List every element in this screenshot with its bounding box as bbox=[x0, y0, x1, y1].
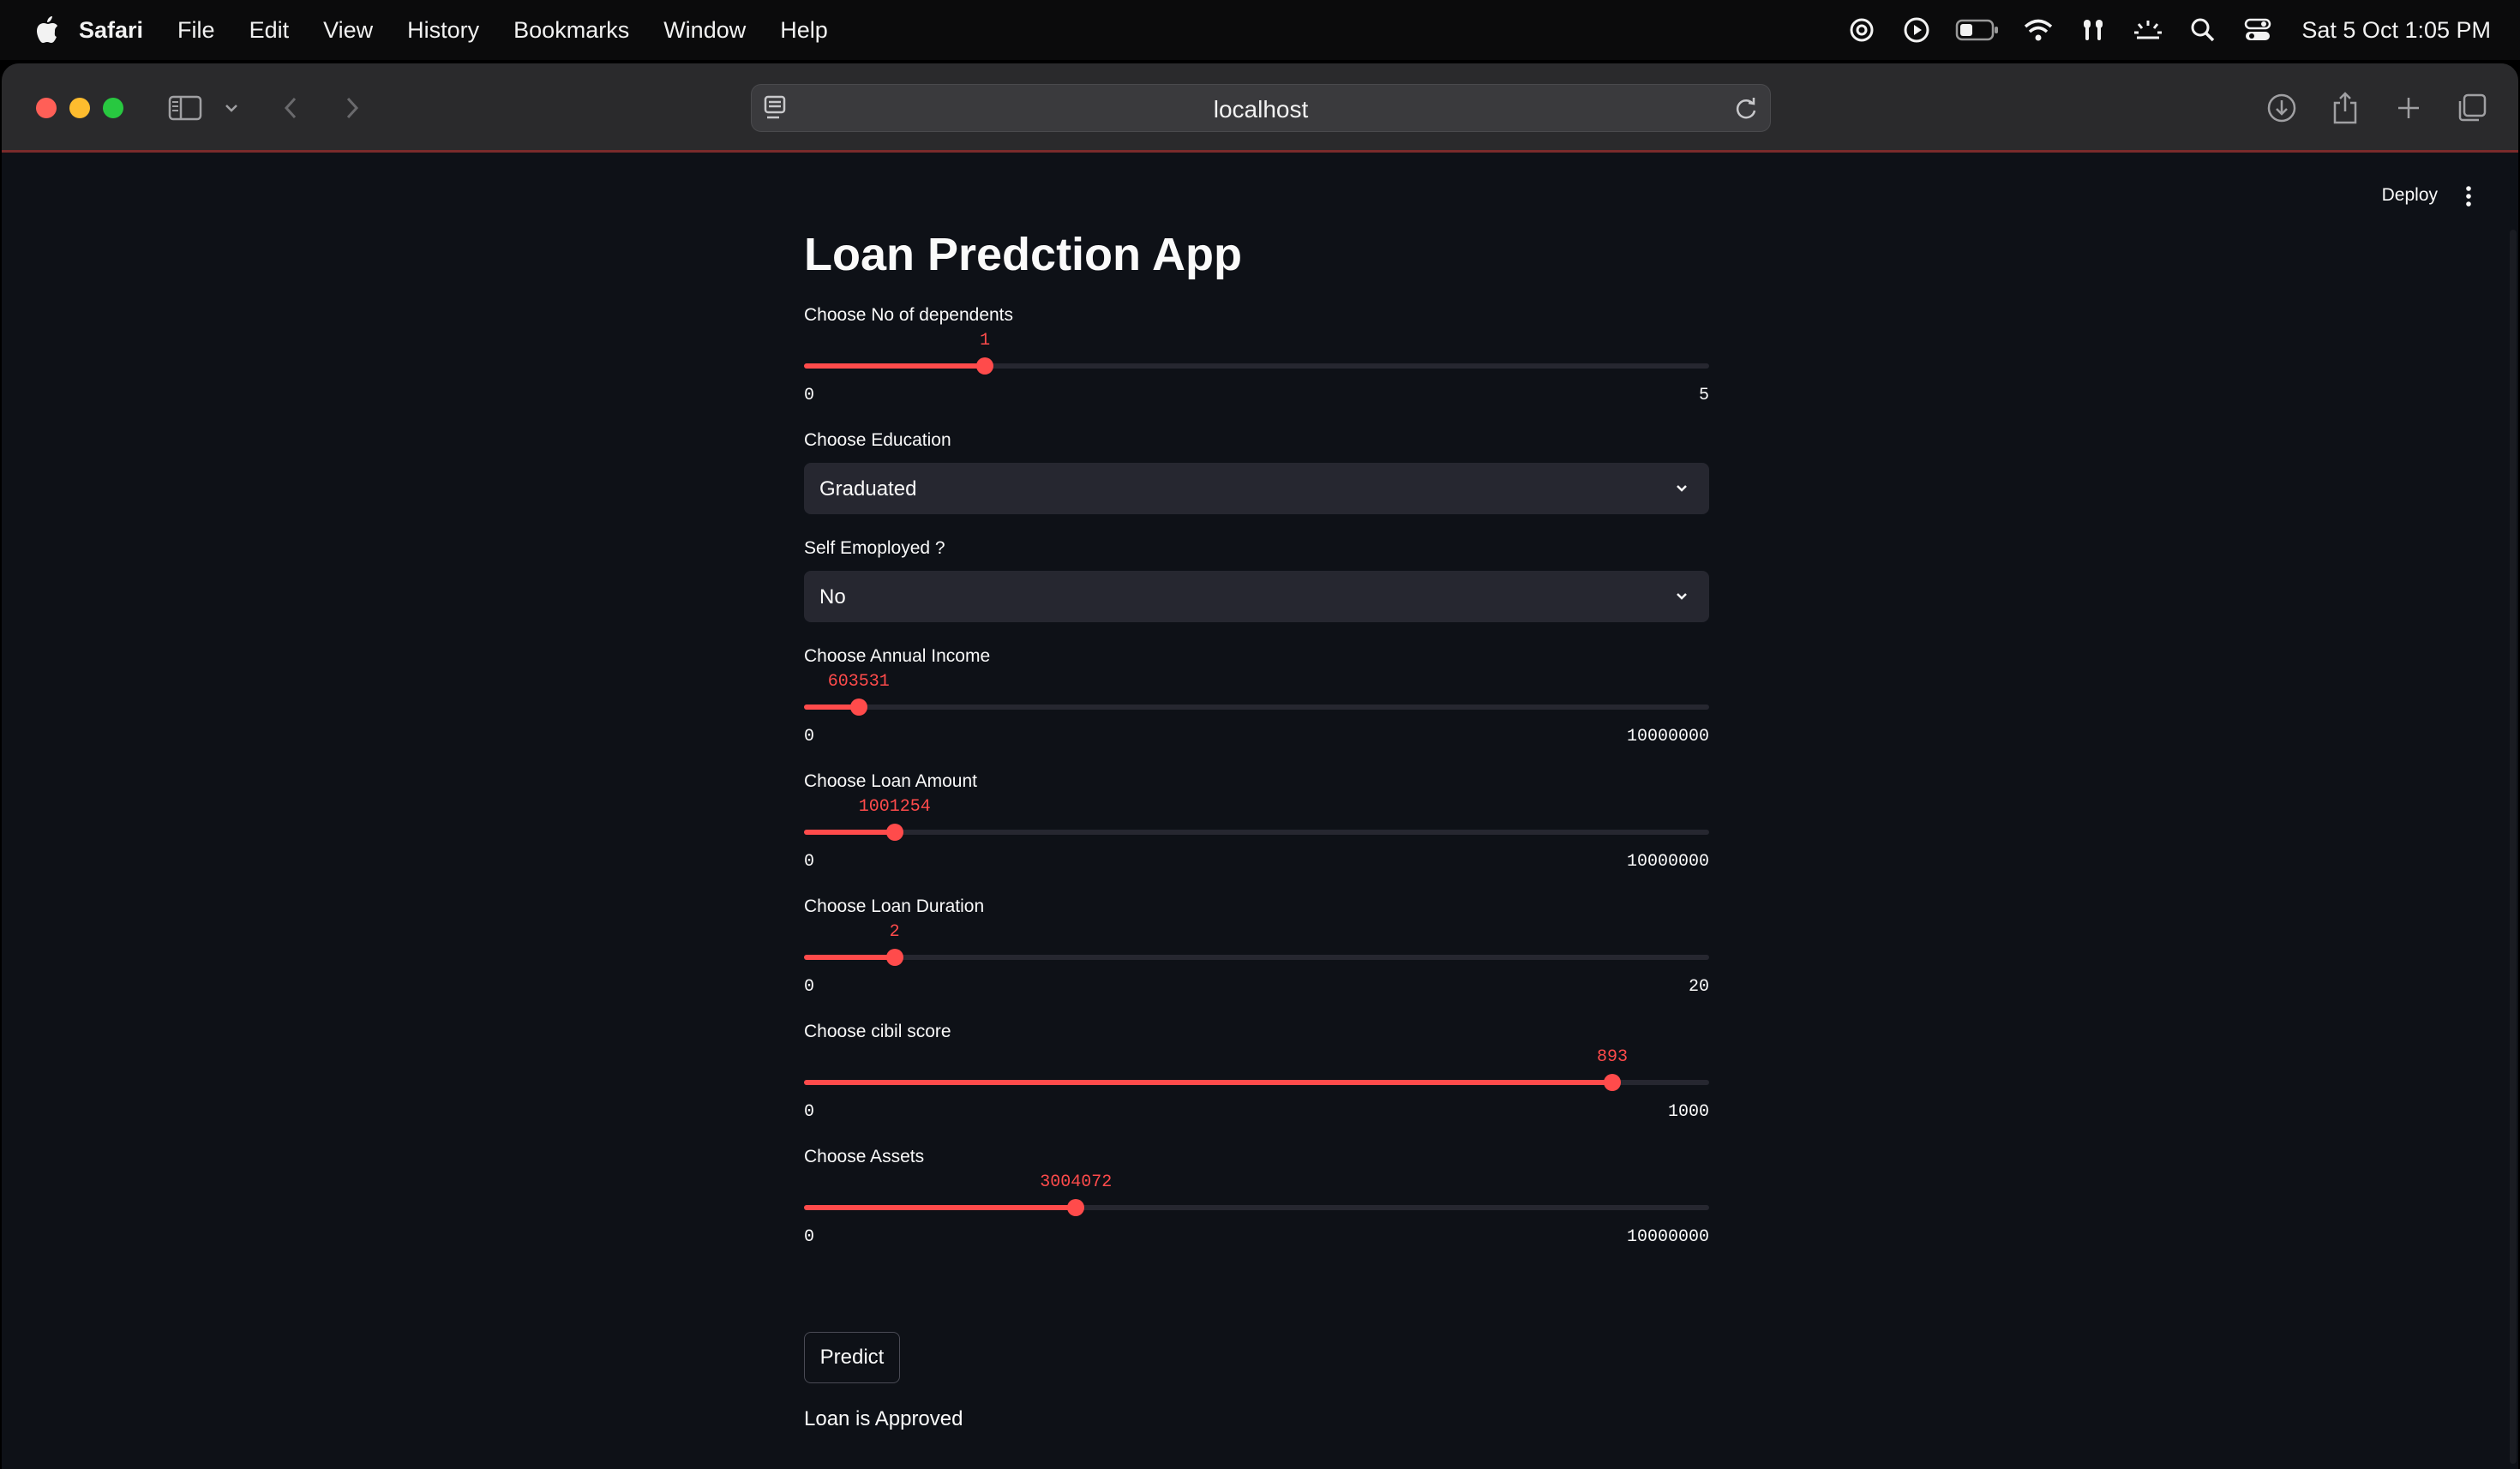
menu-edit[interactable]: Edit bbox=[249, 17, 290, 44]
slider-min: 0 bbox=[804, 727, 815, 746]
deploy-button[interactable]: Deploy bbox=[2382, 185, 2438, 206]
share-icon[interactable] bbox=[2328, 87, 2362, 129]
tab-overview-icon[interactable] bbox=[2455, 87, 2489, 129]
reload-icon[interactable] bbox=[1734, 95, 1758, 125]
slider-max: 20 bbox=[1688, 977, 1709, 997]
close-window-button[interactable] bbox=[36, 98, 57, 118]
slider-thumb[interactable] bbox=[885, 949, 903, 966]
battery-icon[interactable] bbox=[1953, 15, 2001, 45]
page-scrollbar[interactable] bbox=[2510, 230, 2517, 1464]
page-title: Loan Predction App bbox=[804, 229, 1242, 280]
cibil-score-label: Choose cibil score bbox=[804, 1022, 951, 1041]
menu-window[interactable]: Window bbox=[663, 17, 746, 44]
menu-app-name[interactable]: Safari bbox=[79, 17, 143, 44]
slider-track[interactable] bbox=[804, 830, 1709, 835]
slider-fill bbox=[804, 363, 986, 369]
slider-max: 10000000 bbox=[1626, 727, 1709, 746]
downloads-icon[interactable] bbox=[2265, 87, 2299, 129]
slider-value: 1001254 bbox=[858, 797, 931, 817]
slider-thumb[interactable] bbox=[976, 357, 994, 375]
education-label: Choose Education bbox=[804, 430, 951, 450]
browser-window: localhost Deploy Loan Predction App Choo… bbox=[2, 63, 2518, 1469]
chevron-down-icon[interactable] bbox=[221, 87, 242, 129]
slider-thumb[interactable] bbox=[1604, 1074, 1621, 1091]
slider-min: 0 bbox=[804, 386, 815, 405]
sidebar-toggle-icon[interactable] bbox=[166, 87, 204, 129]
slider-thumb[interactable] bbox=[849, 699, 867, 716]
minimize-window-button[interactable] bbox=[69, 98, 90, 118]
airpods-icon[interactable] bbox=[2075, 15, 2111, 45]
page-content: Deploy Loan Predction App Choose No of d… bbox=[2, 153, 2518, 1469]
slider-fill bbox=[804, 1080, 1612, 1085]
chevron-down-icon bbox=[1673, 480, 1690, 497]
display-brightness-icon[interactable] bbox=[2130, 15, 2166, 45]
forward-icon[interactable] bbox=[339, 87, 365, 129]
menu-file[interactable]: File bbox=[177, 17, 215, 44]
slider-min: 0 bbox=[804, 1227, 815, 1247]
dependents-label: Choose No of dependents bbox=[804, 305, 1014, 325]
annual-income-label: Choose Annual Income bbox=[804, 646, 991, 666]
education-selected-value: Graduated bbox=[819, 477, 917, 501]
slider-track[interactable] bbox=[804, 705, 1709, 710]
loan-duration-slider[interactable]: 2 0 20 bbox=[804, 922, 1709, 999]
menu-history[interactable]: History bbox=[407, 17, 479, 44]
slider-thumb[interactable] bbox=[1067, 1199, 1085, 1216]
browser-toolbar: localhost bbox=[2, 63, 2518, 153]
chatgpt-icon[interactable] bbox=[1844, 15, 1880, 45]
loan-amount-slider[interactable]: 1001254 0 10000000 bbox=[804, 797, 1709, 874]
slider-value: 3004072 bbox=[1040, 1172, 1113, 1192]
more-options-icon[interactable] bbox=[2463, 183, 2474, 209]
slider-value: 603531 bbox=[827, 672, 890, 692]
cibil-score-slider[interactable]: 893 0 1000 bbox=[804, 1047, 1709, 1124]
slider-track[interactable] bbox=[804, 955, 1709, 960]
assets-label: Choose Assets bbox=[804, 1147, 925, 1166]
menubar-clock[interactable]: Sat 5 Oct 1:05 PM bbox=[2301, 17, 2491, 44]
url-text: localhost bbox=[1213, 96, 1309, 123]
apple-icon[interactable] bbox=[34, 15, 60, 45]
slider-fill bbox=[804, 955, 895, 960]
slider-value: 1 bbox=[980, 331, 991, 351]
predict-button[interactable]: Predict bbox=[804, 1332, 900, 1383]
prediction-result: Loan is Approved bbox=[804, 1407, 963, 1430]
spotlight-search-icon[interactable] bbox=[2185, 15, 2221, 45]
menu-bookmarks[interactable]: Bookmarks bbox=[513, 17, 629, 44]
control-center-icon[interactable] bbox=[2240, 15, 2276, 45]
education-select[interactable]: Graduated bbox=[804, 463, 1709, 514]
dependents-slider[interactable]: 1 0 5 bbox=[804, 331, 1709, 408]
slider-value: 893 bbox=[1596, 1047, 1629, 1067]
address-bar[interactable]: localhost bbox=[751, 84, 1771, 132]
menu-help[interactable]: Help bbox=[780, 17, 828, 44]
self-employed-selected-value: No bbox=[819, 585, 846, 609]
zoom-window-button[interactable] bbox=[103, 98, 123, 118]
self-employed-label: Self Emoployed ? bbox=[804, 538, 945, 558]
slider-min: 0 bbox=[804, 977, 815, 997]
slider-thumb[interactable] bbox=[885, 824, 903, 841]
wifi-icon[interactable] bbox=[2020, 15, 2056, 45]
slider-max: 5 bbox=[1698, 386, 1709, 405]
chevron-down-icon bbox=[1673, 588, 1690, 605]
menu-bar: Safari File Edit View History Bookmarks … bbox=[0, 0, 2520, 60]
self-employed-select[interactable]: No bbox=[804, 571, 1709, 622]
slider-min: 0 bbox=[804, 1102, 815, 1122]
annual-income-slider[interactable]: 603531 0 10000000 bbox=[804, 672, 1709, 749]
play-circle-icon[interactable] bbox=[1899, 15, 1935, 45]
new-tab-icon[interactable] bbox=[2391, 87, 2426, 129]
slider-max: 1000 bbox=[1667, 1102, 1709, 1122]
loan-duration-label: Choose Loan Duration bbox=[804, 896, 985, 916]
slider-min: 0 bbox=[804, 852, 815, 872]
window-controls bbox=[36, 98, 136, 118]
menu-view[interactable]: View bbox=[323, 17, 373, 44]
slider-value: 2 bbox=[889, 922, 900, 942]
slider-max: 10000000 bbox=[1626, 852, 1709, 872]
slider-fill bbox=[804, 1205, 1077, 1210]
assets-slider[interactable]: 3004072 0 10000000 bbox=[804, 1172, 1709, 1250]
back-icon[interactable] bbox=[278, 87, 303, 129]
loan-amount-label: Choose Loan Amount bbox=[804, 771, 977, 791]
slider-max: 10000000 bbox=[1626, 1227, 1709, 1247]
slider-fill bbox=[804, 830, 895, 835]
